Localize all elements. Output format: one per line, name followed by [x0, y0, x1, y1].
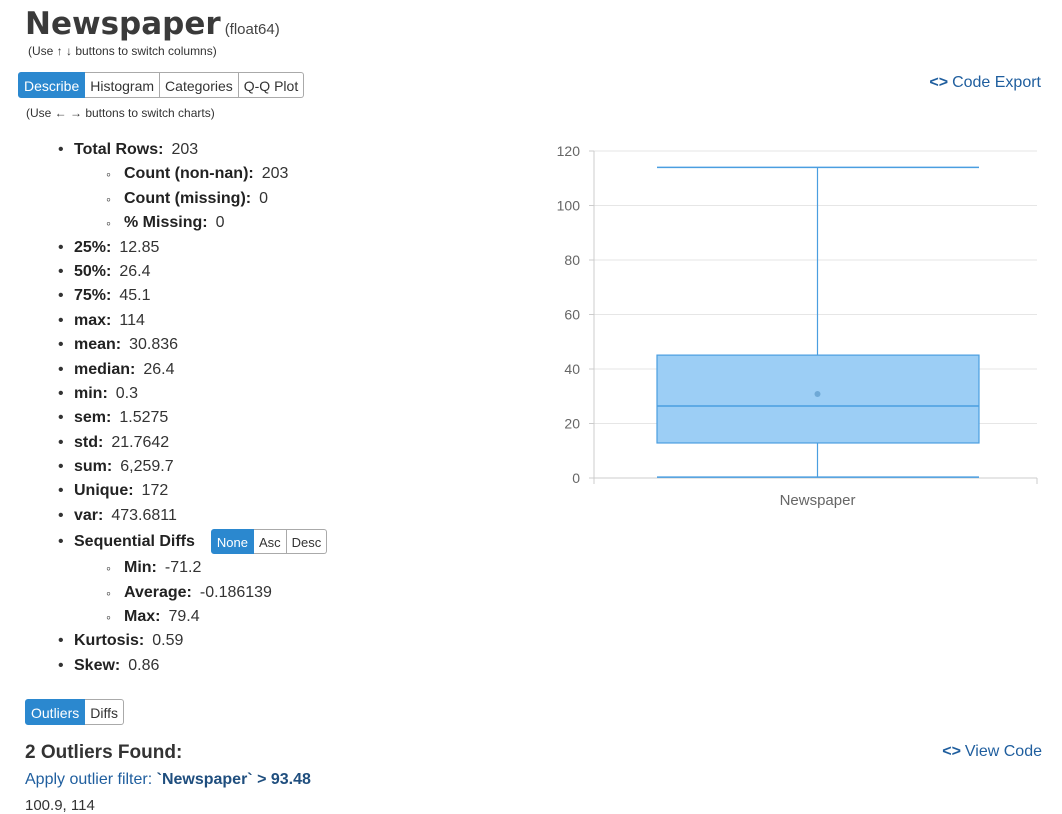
seq-diffs-desc-button[interactable]: Desc: [286, 528, 328, 554]
tab-describe[interactable]: Describe: [18, 72, 86, 98]
column-dtype: (float64): [224, 21, 280, 38]
stat-total-rows: Total Rows:203: [54, 138, 327, 163]
tab-histogram[interactable]: Histogram: [85, 72, 161, 98]
detail-tabs: Outliers Diffs: [25, 699, 124, 725]
view-code-link[interactable]: <> View Code: [942, 743, 1042, 761]
y-tick-label: 100: [557, 198, 581, 214]
stat-sem: sem:1.5275: [54, 406, 327, 431]
code-icon: <>: [942, 743, 961, 760]
stat-pct-missing: % Missing:0: [54, 211, 327, 236]
tab-outliers[interactable]: Outliers: [25, 699, 86, 725]
stat-var: var:473.6811: [54, 504, 327, 529]
outlier-filter-expression: `Newspaper` > 93.48: [156, 771, 311, 788]
code-icon: <>: [929, 74, 949, 91]
iqr-box: [656, 354, 980, 444]
y-tick-label: 0: [572, 470, 580, 486]
seq-diffs-asc-button[interactable]: Asc: [253, 528, 287, 554]
stat-sum: sum:6,259.7: [54, 455, 327, 480]
describe-stats-list: Total Rows:203 Count (non-nan):203 Count…: [54, 138, 328, 679]
tab-categories[interactable]: Categories: [160, 72, 239, 98]
y-tick-label: 20: [564, 416, 580, 432]
x-category-label: Newspaper: [780, 492, 856, 509]
y-tick-label: 120: [557, 143, 581, 159]
column-title: Newspaper (float64): [25, 6, 280, 42]
stat-median: median:26.4: [54, 358, 327, 383]
column-name: Newspaper: [25, 6, 221, 42]
box-plot-chart: 0 20 40 60 80 100 120 Newspaper: [557, 143, 1038, 509]
outlier-values: 100.9, 114: [25, 797, 95, 814]
y-tick-label: 60: [564, 307, 580, 323]
stat-50pct: 50%:26.4: [54, 260, 327, 285]
stat-mean: mean:30.836: [54, 333, 327, 358]
stat-unique: Unique:172: [54, 479, 327, 504]
stat-kurtosis: Kurtosis:0.59: [54, 629, 327, 654]
code-export-label: Code Export: [952, 74, 1041, 91]
seq-diffs-sort-buttons: None Asc Desc: [210, 528, 328, 554]
view-code-label: View Code: [964, 743, 1042, 760]
y-tick-label: 80: [564, 252, 580, 268]
stat-std: std:21.7642: [54, 431, 327, 456]
y-tick-label: 40: [564, 361, 580, 377]
apply-outlier-filter-link[interactable]: Apply outlier filter: `Newspaper` > 93.4…: [25, 771, 311, 789]
mean-point: [814, 390, 821, 397]
stat-count-missing: Count (missing):0: [54, 187, 327, 212]
column-switch-hint: (Use ↑ ↓ buttons to switch columns): [28, 44, 217, 58]
tab-qq-plot[interactable]: Q-Q Plot: [238, 72, 305, 98]
outliers-heading: 2 Outliers Found:: [25, 742, 183, 763]
stat-75pct: 75%:45.1: [54, 284, 327, 309]
stat-max: max:114: [54, 309, 327, 334]
stat-sequential-diffs: Sequential DiffsNoneAscDesc: [54, 528, 328, 556]
stat-skew: Skew:0.86: [54, 654, 327, 679]
stat-25pct: 25%:12.85: [54, 236, 327, 261]
tab-diffs[interactable]: Diffs: [85, 699, 124, 725]
stat-seq-average: Average:-0.186139: [54, 581, 327, 606]
stat-count-nonnan: Count (non-nan):203: [54, 162, 327, 187]
stat-seq-max: Max:79.4: [54, 605, 327, 630]
stat-min: min:0.3: [54, 382, 327, 407]
chart-tabs: Describe Histogram Categories Q-Q Plot: [18, 72, 305, 98]
chart-switch-hint: (Use ← → buttons to switch charts): [26, 106, 215, 120]
seq-diffs-none-button[interactable]: None: [210, 528, 254, 554]
stat-seq-min: Min:-71.2: [54, 556, 327, 581]
code-export-link[interactable]: <> Code Export: [929, 74, 1041, 92]
